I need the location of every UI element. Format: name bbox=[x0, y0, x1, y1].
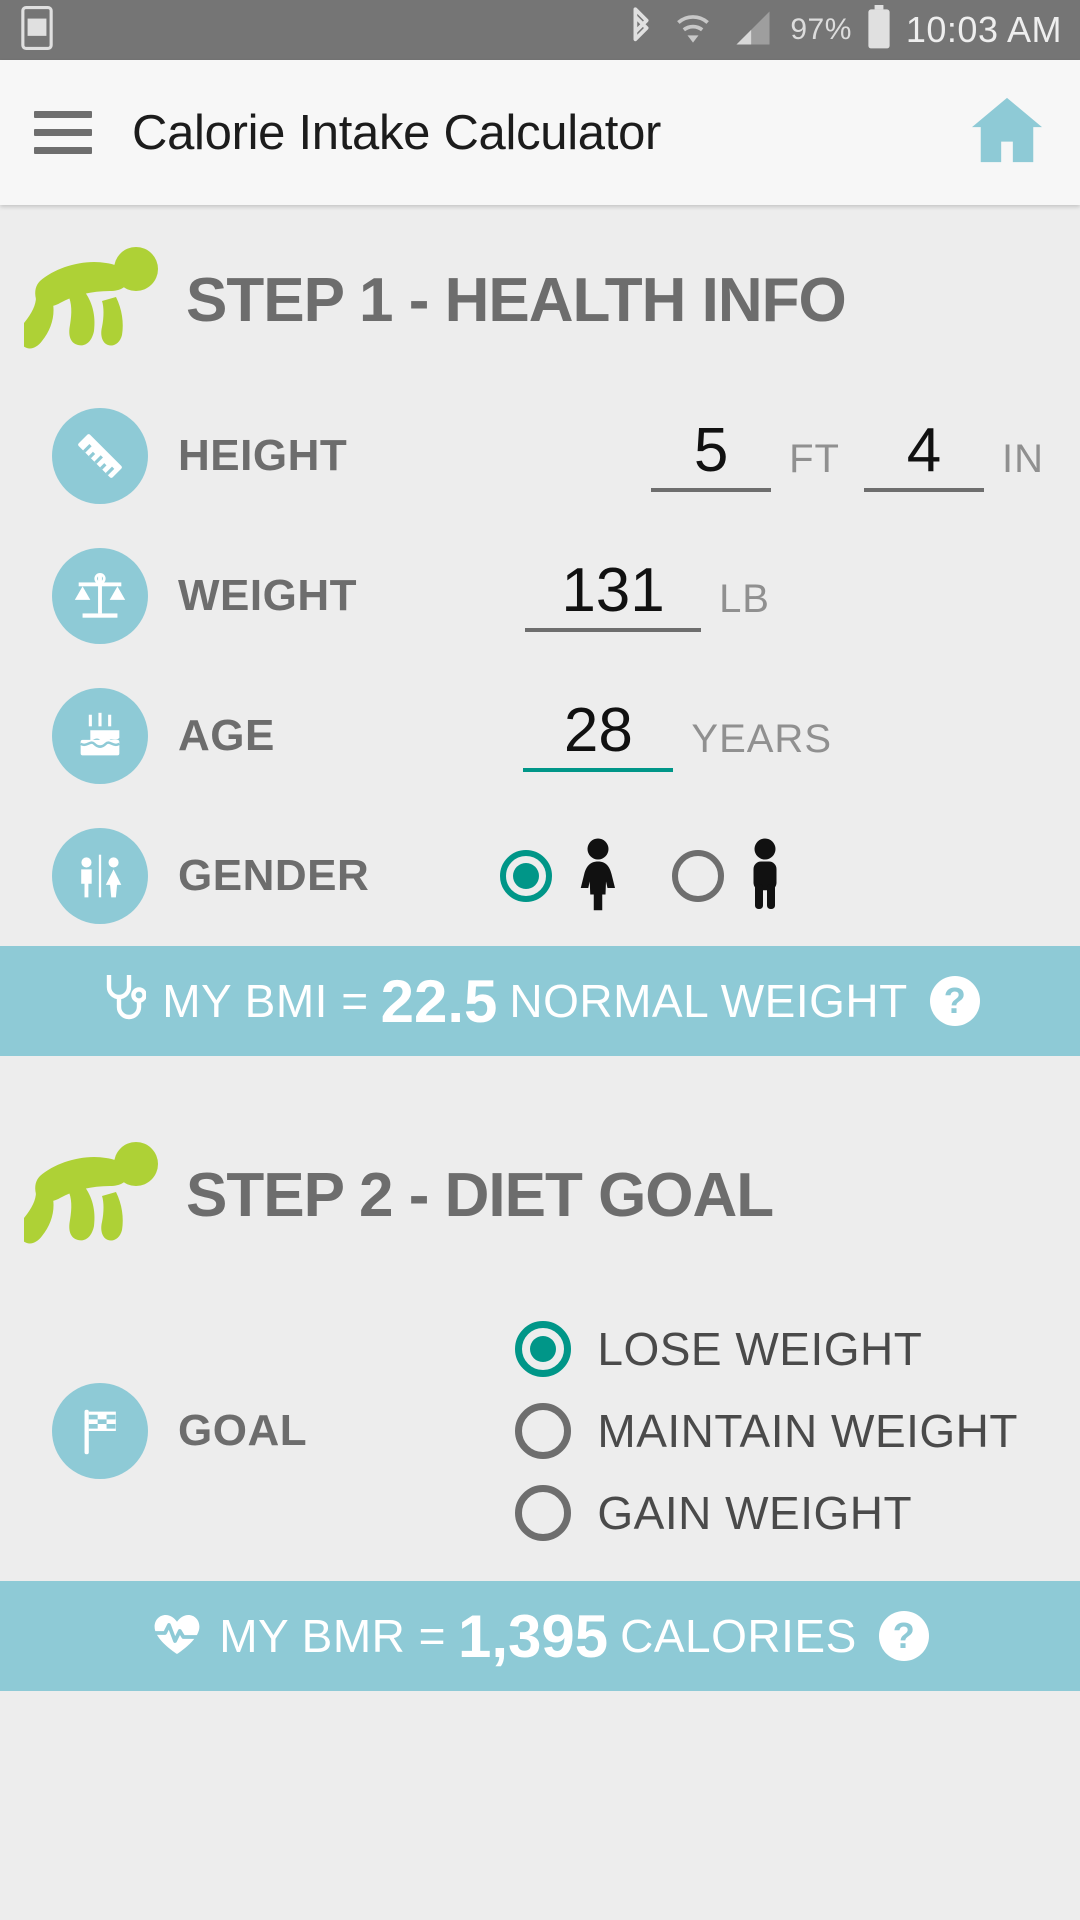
goal-maintain-label: MAINTAIN WEIGHT bbox=[597, 1405, 1018, 1457]
height-feet-input[interactable]: 5 bbox=[651, 420, 772, 492]
bmr-banner[interactable]: MY BMR = 1,395 CALORIES ? bbox=[0, 1581, 1080, 1691]
bmr-help-button[interactable]: ? bbox=[878, 1611, 929, 1661]
weight-label: WEIGHT bbox=[178, 571, 357, 620]
goal-gain-radio[interactable] bbox=[515, 1485, 572, 1541]
signal-icon bbox=[730, 6, 776, 55]
gender-option-male[interactable] bbox=[672, 836, 790, 917]
flag-icon bbox=[52, 1383, 148, 1479]
gender-male-radio[interactable] bbox=[672, 850, 724, 902]
gender-option-female[interactable] bbox=[500, 836, 628, 917]
height-inches-input[interactable]: 4 bbox=[864, 420, 984, 492]
battery-icon bbox=[866, 4, 892, 56]
height-feet-unit: FT bbox=[789, 437, 840, 481]
goal-lose-label: LOSE WEIGHT bbox=[597, 1323, 923, 1375]
weight-fields: 131 LB bbox=[525, 560, 1080, 632]
height-feet-field[interactable]: 5 FT bbox=[651, 420, 864, 492]
restroom-sign-icon bbox=[52, 828, 148, 924]
age-unit: YEARS bbox=[691, 717, 832, 761]
goal-option-lose[interactable]: LOSE WEIGHT bbox=[515, 1321, 1018, 1377]
hamburger-menu-icon[interactable] bbox=[34, 111, 92, 154]
goal-row: GOAL LOSE WEIGHT MAINTAIN WEIGHT GAIN WE… bbox=[0, 1281, 1080, 1581]
page-title: Calorie Intake Calculator bbox=[132, 105, 662, 160]
goal-option-gain[interactable]: GAIN WEIGHT bbox=[515, 1485, 1018, 1541]
goal-options: LOSE WEIGHT MAINTAIN WEIGHT GAIN WEIGHT bbox=[515, 1321, 1080, 1541]
weight-unit: LB bbox=[719, 577, 770, 621]
photo-icon bbox=[18, 5, 56, 55]
height-fields: 5 FT 4 IN bbox=[651, 420, 1080, 492]
weight-input[interactable]: 131 bbox=[525, 560, 702, 632]
gender-options bbox=[500, 836, 1080, 917]
step2-header: STEP 2 - DIET GOAL bbox=[0, 1100, 1080, 1281]
gender-label: GENDER bbox=[178, 851, 370, 900]
section-spacer bbox=[0, 1056, 1080, 1100]
bmr-unit: CALORIES bbox=[620, 1610, 857, 1662]
age-label: AGE bbox=[178, 711, 275, 760]
goal-gain-label: GAIN WEIGHT bbox=[597, 1487, 913, 1539]
heartbeat-icon bbox=[151, 1611, 203, 1662]
runner-icon bbox=[18, 243, 164, 358]
height-row: HEIGHT 5 FT 4 IN bbox=[0, 386, 1080, 526]
age-row: AGE 28 YEARS bbox=[0, 666, 1080, 806]
height-inches-field[interactable]: 4 IN bbox=[864, 420, 1044, 492]
gender-row: GENDER bbox=[0, 806, 1080, 946]
runner-icon bbox=[18, 1138, 164, 1253]
app-bar: Calorie Intake Calculator bbox=[0, 60, 1080, 205]
status-bar-right: 97% 10:03 AM bbox=[626, 4, 1062, 56]
wifi-icon bbox=[670, 6, 716, 55]
age-field[interactable]: 28 YEARS bbox=[523, 700, 832, 772]
status-bar-left bbox=[18, 5, 56, 55]
bmi-banner[interactable]: MY BMI = 22.5 NORMAL WEIGHT ? bbox=[0, 946, 1080, 1056]
step1-header: STEP 1 - HEALTH INFO bbox=[0, 205, 1080, 386]
weight-row: WEIGHT 131 LB bbox=[0, 526, 1080, 666]
step1-title: STEP 1 - HEALTH INFO bbox=[186, 266, 847, 335]
weight-field[interactable]: 131 LB bbox=[525, 560, 770, 632]
bmi-help-button[interactable]: ? bbox=[929, 976, 980, 1026]
bluetooth-icon bbox=[626, 5, 656, 56]
goal-option-maintain[interactable]: MAINTAIN WEIGHT bbox=[515, 1403, 1018, 1459]
ruler-icon bbox=[52, 408, 148, 504]
height-inches-unit: IN bbox=[1002, 437, 1044, 481]
female-icon bbox=[568, 836, 628, 917]
goal-lose-radio[interactable] bbox=[515, 1321, 572, 1377]
status-bar-clock: 10:03 AM bbox=[905, 9, 1062, 50]
age-input[interactable]: 28 bbox=[523, 700, 674, 772]
bmi-value: 22.5 bbox=[380, 967, 498, 1035]
bmr-prefix: MY BMR = bbox=[219, 1610, 446, 1662]
home-icon[interactable] bbox=[968, 95, 1046, 170]
male-icon bbox=[740, 836, 790, 917]
bmi-category: NORMAL WEIGHT bbox=[509, 975, 908, 1027]
gender-female-radio[interactable] bbox=[500, 850, 552, 902]
goal-label: GOAL bbox=[178, 1406, 308, 1455]
scale-icon bbox=[52, 548, 148, 644]
status-bar: 97% 10:03 AM bbox=[0, 0, 1080, 60]
height-label: HEIGHT bbox=[178, 431, 348, 480]
main-content: STEP 1 - HEALTH INFO HEIGHT 5 FT 4 IN WE… bbox=[0, 205, 1080, 1691]
birthday-cake-icon bbox=[52, 688, 148, 784]
goal-maintain-radio[interactable] bbox=[515, 1403, 572, 1459]
battery-percent-label: 97% bbox=[790, 13, 852, 46]
age-fields: 28 YEARS bbox=[523, 700, 1080, 772]
step2-title: STEP 2 - DIET GOAL bbox=[186, 1161, 774, 1230]
bmi-prefix: MY BMI = bbox=[162, 975, 369, 1027]
bmr-value: 1,395 bbox=[458, 1602, 609, 1670]
stethoscope-icon bbox=[100, 971, 148, 1032]
